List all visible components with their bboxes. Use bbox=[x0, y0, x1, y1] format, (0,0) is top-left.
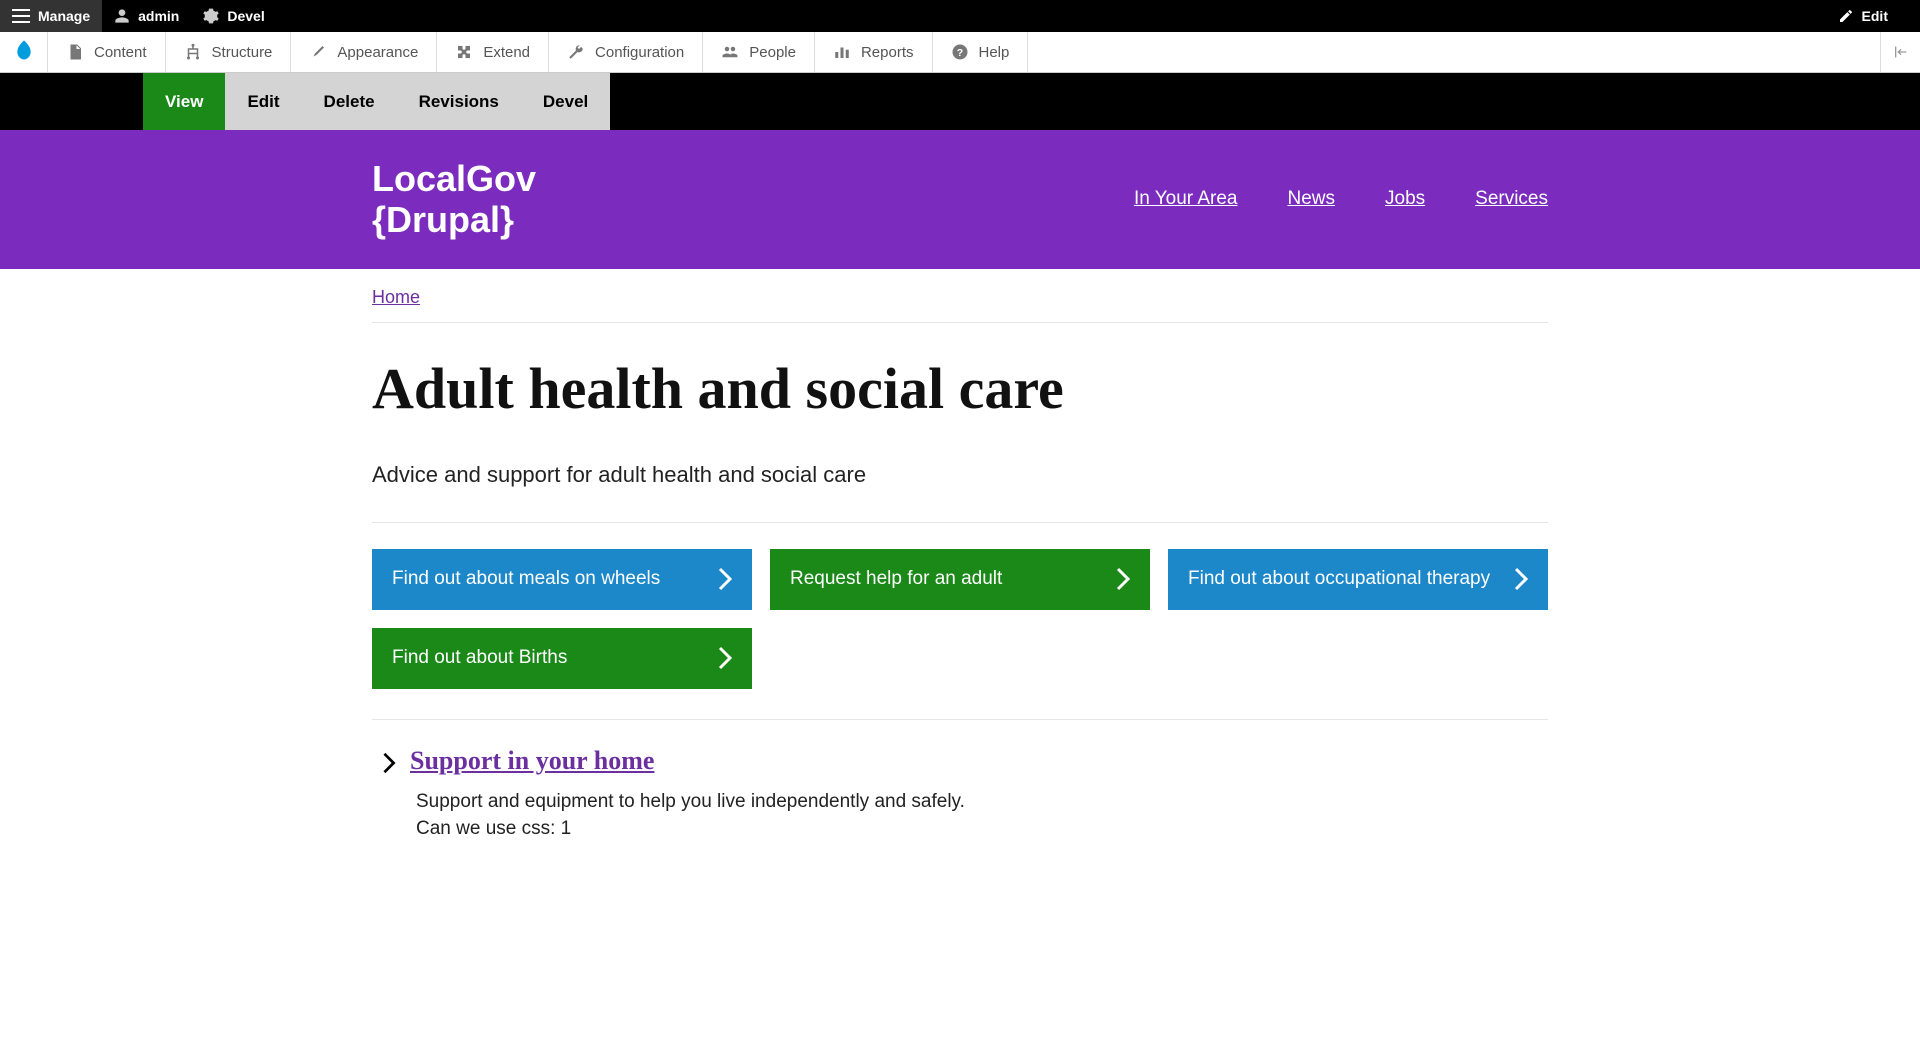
edit-button[interactable]: Edit bbox=[1826, 0, 1900, 32]
list-desc-line1: Support and equipment to help you live i… bbox=[416, 788, 1548, 816]
edit-label: Edit bbox=[1862, 8, 1888, 24]
hamburger-icon bbox=[12, 9, 30, 23]
svg-text:?: ? bbox=[956, 47, 962, 59]
list-description: Support and equipment to help you live i… bbox=[372, 788, 1548, 843]
chevron-right-icon bbox=[718, 567, 732, 591]
admin-configuration-label: Configuration bbox=[595, 44, 684, 61]
top-toolbar-left: Manage admin Devel bbox=[0, 0, 277, 32]
nav-services[interactable]: Services bbox=[1475, 188, 1548, 210]
pencil-icon bbox=[1838, 8, 1854, 24]
tab-devel[interactable]: Devel bbox=[521, 73, 610, 130]
nav-jobs[interactable]: Jobs bbox=[1385, 188, 1425, 210]
admin-menu: Content Structure Appearance Extend Conf… bbox=[0, 32, 1920, 73]
action-births[interactable]: Find out about Births bbox=[372, 628, 752, 689]
breadcrumb-home[interactable]: Home bbox=[372, 287, 420, 307]
collapse-button[interactable] bbox=[1880, 32, 1920, 72]
admin-extend[interactable]: Extend bbox=[437, 32, 549, 72]
admin-content[interactable]: Content bbox=[48, 32, 166, 72]
site-logo[interactable]: LocalGov {Drupal} bbox=[372, 158, 536, 241]
node-tabs: View Edit Delete Revisions Devel bbox=[143, 73, 1920, 130]
tab-edit[interactable]: Edit bbox=[225, 73, 301, 130]
admin-structure-label: Structure bbox=[212, 44, 273, 61]
devel-label: Devel bbox=[227, 8, 264, 24]
tab-view[interactable]: View bbox=[143, 73, 225, 130]
page-intro: Advice and support for adult health and … bbox=[372, 462, 1548, 523]
chevron-right-icon bbox=[718, 646, 732, 670]
action-label: Find out about meals on wheels bbox=[392, 568, 660, 590]
action-label: Request help for an adult bbox=[790, 568, 1002, 590]
nav-news[interactable]: News bbox=[1287, 188, 1335, 210]
chevron-right-icon bbox=[1116, 567, 1130, 591]
people-icon bbox=[721, 43, 739, 61]
admin-appearance[interactable]: Appearance bbox=[291, 32, 437, 72]
user-icon bbox=[114, 8, 130, 24]
admin-appearance-label: Appearance bbox=[337, 44, 418, 61]
gear-icon bbox=[203, 8, 219, 24]
admin-extend-label: Extend bbox=[483, 44, 530, 61]
puzzle-icon bbox=[455, 43, 473, 61]
site-name-line2: {Drupal} bbox=[372, 199, 536, 240]
file-icon bbox=[66, 43, 84, 61]
chevron-right-icon bbox=[1514, 567, 1528, 591]
admin-reports-label: Reports bbox=[861, 44, 914, 61]
node-tabs-bar: View Edit Delete Revisions Devel bbox=[0, 73, 1920, 130]
admin-user-label: admin bbox=[138, 8, 179, 24]
admin-help-label: Help bbox=[979, 44, 1010, 61]
wrench-icon bbox=[567, 43, 585, 61]
action-meals-on-wheels[interactable]: Find out about meals on wheels bbox=[372, 549, 752, 610]
action-button-grid: Find out about meals on wheels Request h… bbox=[372, 523, 1548, 720]
top-toolbar: Manage admin Devel Edit bbox=[0, 0, 1920, 32]
top-toolbar-right: Edit bbox=[1826, 0, 1920, 32]
drupal-logo[interactable] bbox=[0, 32, 48, 72]
admin-menu-right bbox=[1880, 32, 1920, 72]
list-desc-line2: Can we use css: 1 bbox=[416, 815, 1548, 843]
collapse-icon bbox=[1893, 44, 1909, 60]
admin-people[interactable]: People bbox=[703, 32, 815, 72]
admin-configuration[interactable]: Configuration bbox=[549, 32, 703, 72]
site-name-line1: LocalGov bbox=[372, 158, 536, 199]
admin-help[interactable]: ? Help bbox=[933, 32, 1029, 72]
paint-icon bbox=[309, 43, 327, 61]
nav-in-your-area[interactable]: In Your Area bbox=[1134, 188, 1238, 210]
list-link-support-in-your-home[interactable]: Support in your home bbox=[410, 746, 654, 776]
page-title-wrap: Adult health and social care Advice and … bbox=[372, 323, 1548, 523]
site-nav: In Your Area News Jobs Services bbox=[1134, 188, 1548, 210]
manage-button[interactable]: Manage bbox=[0, 0, 102, 32]
list-item: Support in your home bbox=[372, 746, 1548, 776]
help-icon: ? bbox=[951, 43, 969, 61]
tab-revisions[interactable]: Revisions bbox=[397, 73, 521, 130]
structure-icon bbox=[184, 43, 202, 61]
chevron-right-icon bbox=[382, 752, 396, 774]
breadcrumb: Home bbox=[372, 269, 1548, 323]
admin-structure[interactable]: Structure bbox=[166, 32, 292, 72]
admin-reports[interactable]: Reports bbox=[815, 32, 933, 72]
action-label: Find out about Births bbox=[392, 647, 567, 669]
action-request-help[interactable]: Request help for an adult bbox=[770, 549, 1150, 610]
devel-button[interactable]: Devel bbox=[191, 0, 276, 32]
site-header: LocalGov {Drupal} In Your Area News Jobs… bbox=[0, 130, 1920, 269]
list-section: Support in your home Support and equipme… bbox=[372, 720, 1548, 869]
site-header-inner: LocalGov {Drupal} In Your Area News Jobs… bbox=[372, 158, 1548, 241]
admin-content-label: Content bbox=[94, 44, 147, 61]
tab-delete[interactable]: Delete bbox=[302, 73, 397, 130]
action-occupational-therapy[interactable]: Find out about occupational therapy bbox=[1168, 549, 1548, 610]
drupal-icon bbox=[14, 40, 34, 64]
admin-menu-left: Content Structure Appearance Extend Conf… bbox=[0, 32, 1028, 72]
admin-user-button[interactable]: admin bbox=[102, 0, 191, 32]
admin-people-label: People bbox=[749, 44, 796, 61]
action-label: Find out about occupational therapy bbox=[1188, 568, 1490, 590]
manage-label: Manage bbox=[38, 8, 90, 24]
bars-icon bbox=[833, 43, 851, 61]
page-title: Adult health and social care bbox=[372, 355, 1548, 422]
